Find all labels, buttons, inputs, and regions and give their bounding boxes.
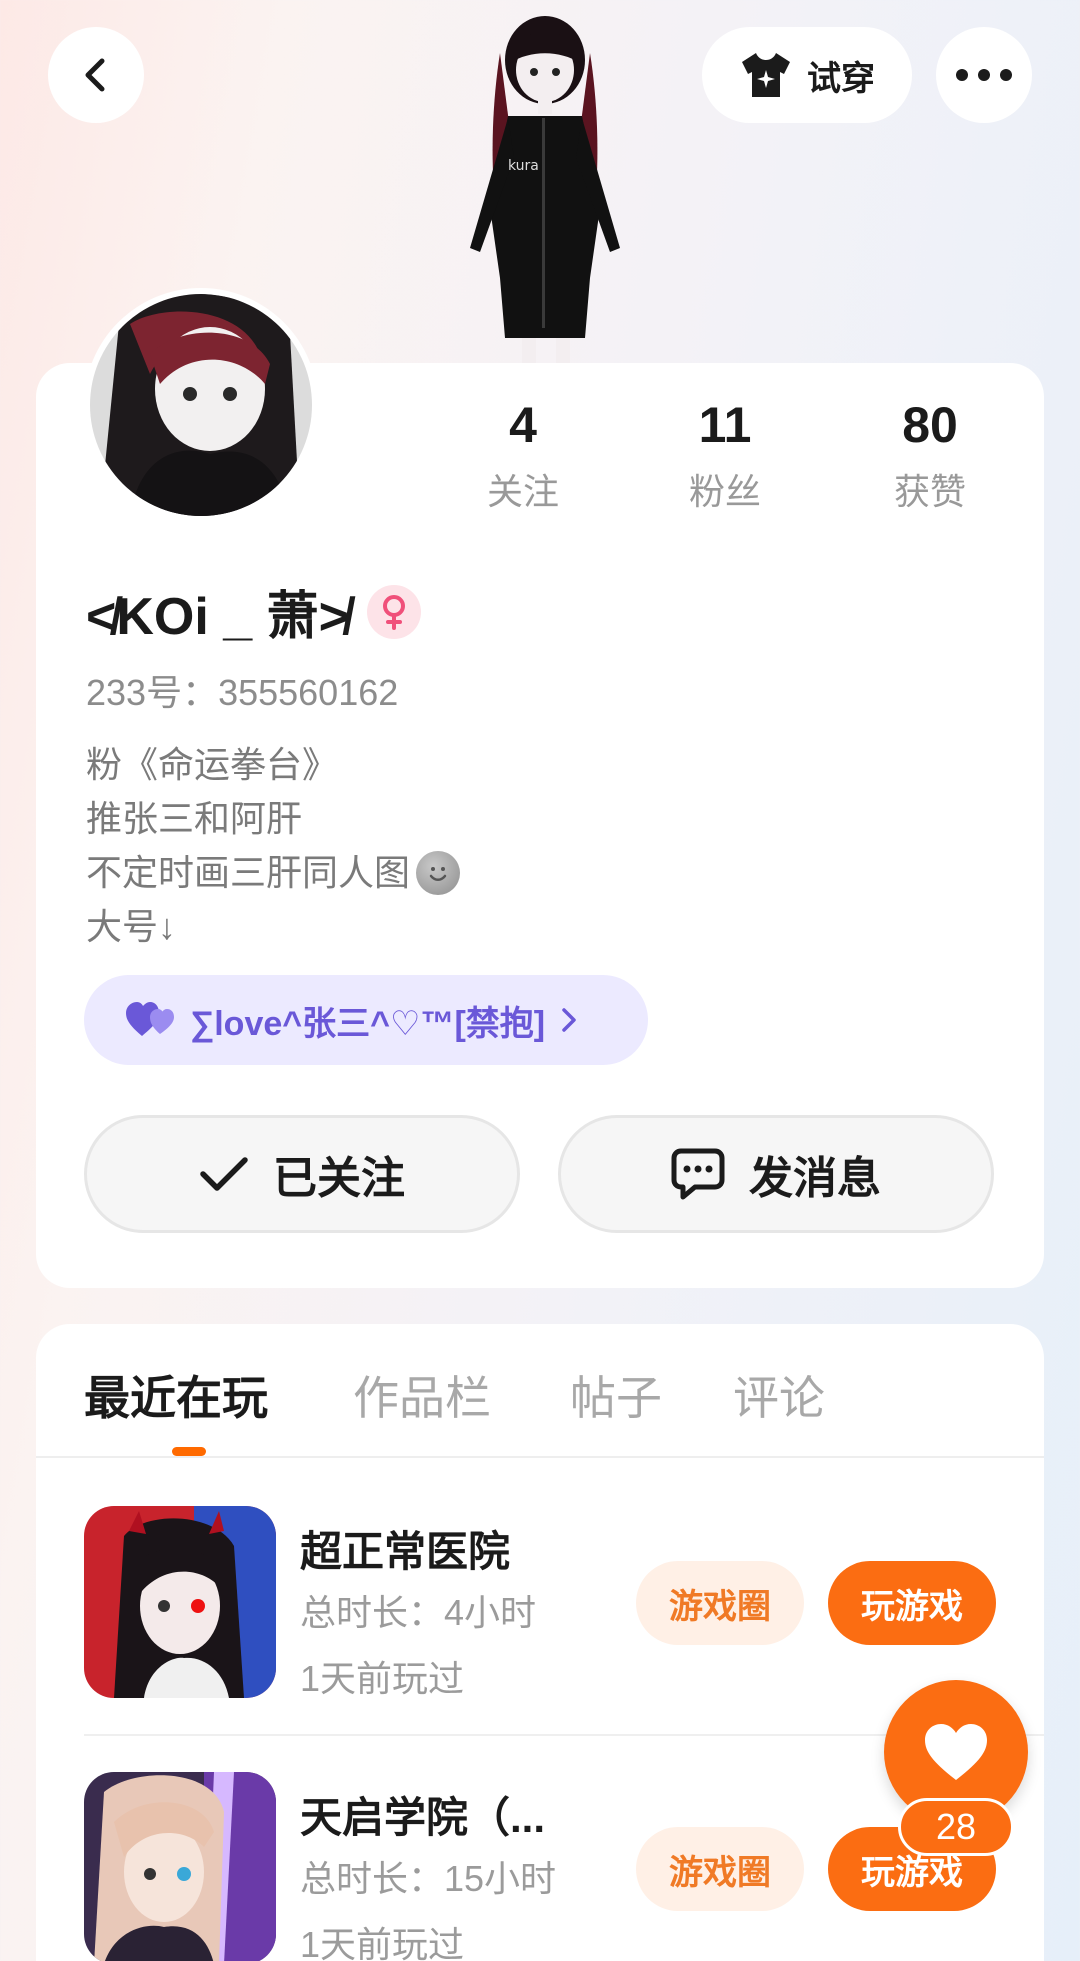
heart-icon: [925, 1724, 987, 1780]
username: ≮KOi _ 萧≯: [86, 588, 349, 646]
tab-posts[interactable]: 帖子: [570, 1362, 662, 1428]
play-game-button[interactable]: 玩游戏: [828, 1561, 996, 1645]
follow-button[interactable]: 已关注: [84, 1115, 520, 1233]
message-button[interactable]: 发消息: [558, 1115, 994, 1233]
more-button[interactable]: [936, 27, 1032, 123]
avatar-3d-figure[interactable]: kura: [430, 8, 660, 363]
avatar[interactable]: [84, 288, 318, 522]
tab-recent-play[interactable]: 最近在玩: [84, 1362, 268, 1428]
stat-following-value: 4: [509, 397, 537, 453]
follow-button-label: 已关注: [273, 1154, 405, 1203]
try-on-label: 试穿: [807, 59, 875, 98]
stat-following[interactable]: 4 关注: [443, 395, 603, 515]
game-duration: 总时长：4小时: [300, 1592, 537, 1633]
game-icon[interactable]: [84, 1772, 276, 1961]
tab-comments[interactable]: 评论: [733, 1362, 825, 1428]
stat-fans[interactable]: 11 粉丝: [645, 395, 805, 515]
checkmark-icon: [200, 1157, 248, 1191]
back-button[interactable]: [48, 27, 144, 123]
tab-indicator: [172, 1447, 206, 1456]
avatar-image: [90, 294, 312, 516]
chat-bubble-icon: [671, 1148, 725, 1200]
game-last-played: 1天前玩过: [300, 1924, 465, 1961]
game-circle-button[interactable]: 游戏圈: [636, 1561, 804, 1645]
stat-fans-value: 11: [698, 397, 752, 453]
smile-emoji-icon: [416, 851, 461, 895]
cp-badge[interactable]: ∑love^张三^♡™[禁抱]: [84, 975, 648, 1065]
bio-line: 不定时画三肝同人图: [86, 852, 411, 893]
message-button-label: 发消息: [749, 1154, 881, 1203]
stat-fans-label: 粉丝: [688, 471, 761, 512]
game-name[interactable]: 天启学院（...: [300, 1784, 545, 1845]
game-last-played: 1天前玩过: [300, 1658, 465, 1699]
tshirt-icon: [742, 53, 790, 97]
bio-line: 粉《命运拳台》: [86, 744, 339, 785]
tab-divider: [36, 1456, 1044, 1458]
chevron-left-icon: [85, 58, 105, 92]
try-on-button[interactable]: 试穿: [702, 27, 912, 123]
chevron-right-icon: [562, 1008, 576, 1032]
user-id: 233号：355560162: [86, 672, 399, 713]
svg-text:kura: kura: [508, 158, 539, 174]
stat-likes[interactable]: 80 获赞: [850, 395, 1010, 515]
username-row: ≮KOi _ 萧≯: [86, 574, 421, 649]
stat-likes-value: 80: [902, 397, 958, 453]
tab-works[interactable]: 作品栏: [353, 1362, 491, 1428]
bio-line-with-emoji: 不定时画三肝同人图: [86, 846, 461, 900]
stat-likes-label: 获赞: [893, 471, 966, 512]
more-dots-icon: [956, 69, 1012, 81]
double-heart-icon: [126, 1002, 174, 1036]
bio: 粉《命运拳台》 推张三和阿肝 不定时画三肝同人图 大号↓: [86, 738, 461, 954]
bio-line: 推张三和阿肝: [86, 798, 303, 839]
game-circle-button[interactable]: 游戏圈: [636, 1827, 804, 1911]
bio-line: 大号↓: [86, 906, 177, 947]
game-icon[interactable]: [84, 1506, 276, 1698]
female-icon: [367, 584, 421, 639]
like-count: 28: [898, 1798, 1014, 1856]
game-duration: 总时长：15小时: [300, 1858, 557, 1899]
game-name[interactable]: 超正常医院: [300, 1518, 510, 1579]
stat-following-label: 关注: [486, 471, 559, 512]
cp-badge-label: ∑love^张三^♡™[禁抱]: [190, 1004, 546, 1043]
